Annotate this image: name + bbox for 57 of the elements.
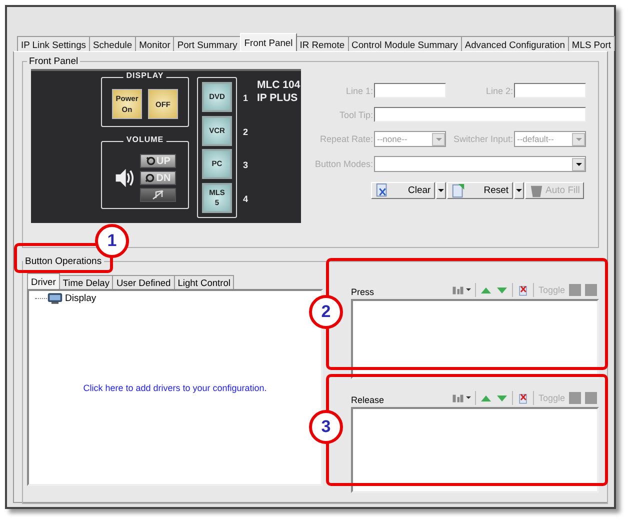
group-title: Front Panel xyxy=(28,56,80,67)
down-arrow-icon[interactable] xyxy=(496,284,508,296)
input-field[interactable] xyxy=(374,83,446,98)
bucket-icon xyxy=(528,183,544,198)
field-label: Button Modes: xyxy=(314,159,373,169)
add-drivers-link[interactable]: Click here to add drivers to your configuration. xyxy=(29,383,321,393)
tab[interactable]: Advanced Configuration xyxy=(460,36,569,51)
field-label: Repeat Rate: xyxy=(318,134,373,144)
model-name: MLC 104 xyxy=(257,79,300,92)
tab[interactable]: Monitor xyxy=(135,36,174,51)
field-label: Line 2: xyxy=(484,86,513,96)
caret-icon[interactable] xyxy=(466,396,472,400)
input-number: 2 xyxy=(243,126,248,137)
tab[interactable]: Light Control xyxy=(174,275,234,289)
delete-icon[interactable] xyxy=(517,284,530,296)
tab[interactable]: IP Link Settings xyxy=(17,36,90,51)
document-icon xyxy=(450,183,466,198)
delete-icon[interactable] xyxy=(517,392,530,404)
tab[interactable]: MLS Port xyxy=(568,36,615,51)
tab[interactable]: Driver xyxy=(27,273,60,289)
field-label: Switcher Input: xyxy=(452,134,513,144)
input-field[interactable] xyxy=(374,107,586,122)
input-field[interactable] xyxy=(514,83,586,98)
knob-icon xyxy=(146,156,156,166)
section-title: Press xyxy=(351,287,374,297)
section-title: Release xyxy=(351,395,384,405)
speaker-icon xyxy=(114,166,134,190)
group-title: DISPLAY xyxy=(123,71,167,80)
mute-icon xyxy=(152,190,164,200)
tab[interactable]: Port Summary xyxy=(173,36,242,51)
tab[interactable]: Schedule xyxy=(88,36,136,51)
down-arrow-icon[interactable] xyxy=(496,392,508,404)
input-number: 1 xyxy=(243,92,248,103)
tree-item[interactable]: Display xyxy=(65,293,96,304)
field-label: Tool Tip: xyxy=(338,110,373,120)
mute-button[interactable] xyxy=(140,188,176,202)
action-button[interactable]: Reset xyxy=(446,182,513,199)
monitor-icon xyxy=(47,292,63,305)
tab[interactable]: Time Delay xyxy=(58,275,114,289)
knob-icon xyxy=(145,173,156,183)
field-label: Line 1: xyxy=(344,86,373,96)
tab[interactable]: Front Panel xyxy=(240,33,297,51)
input-number: 3 xyxy=(243,160,248,170)
group-title: VOLUME xyxy=(123,135,167,144)
group-title: Button Operations xyxy=(24,256,103,267)
command-list[interactable] xyxy=(351,407,599,493)
tab[interactable]: Control Module Summary xyxy=(348,36,462,51)
dropdown[interactable] xyxy=(374,156,586,172)
action-button[interactable]: Clear xyxy=(371,182,435,199)
input-number: 4 xyxy=(243,194,248,204)
tab[interactable]: IR Remote xyxy=(296,36,349,51)
model-name: IP PLUS xyxy=(257,92,299,105)
command-list[interactable] xyxy=(351,299,599,379)
caret-icon[interactable] xyxy=(466,288,472,292)
tab[interactable]: User Defined xyxy=(112,275,175,289)
dropdown-arrow-button[interactable] xyxy=(436,182,446,199)
dropdown-arrow-button[interactable] xyxy=(514,182,524,199)
